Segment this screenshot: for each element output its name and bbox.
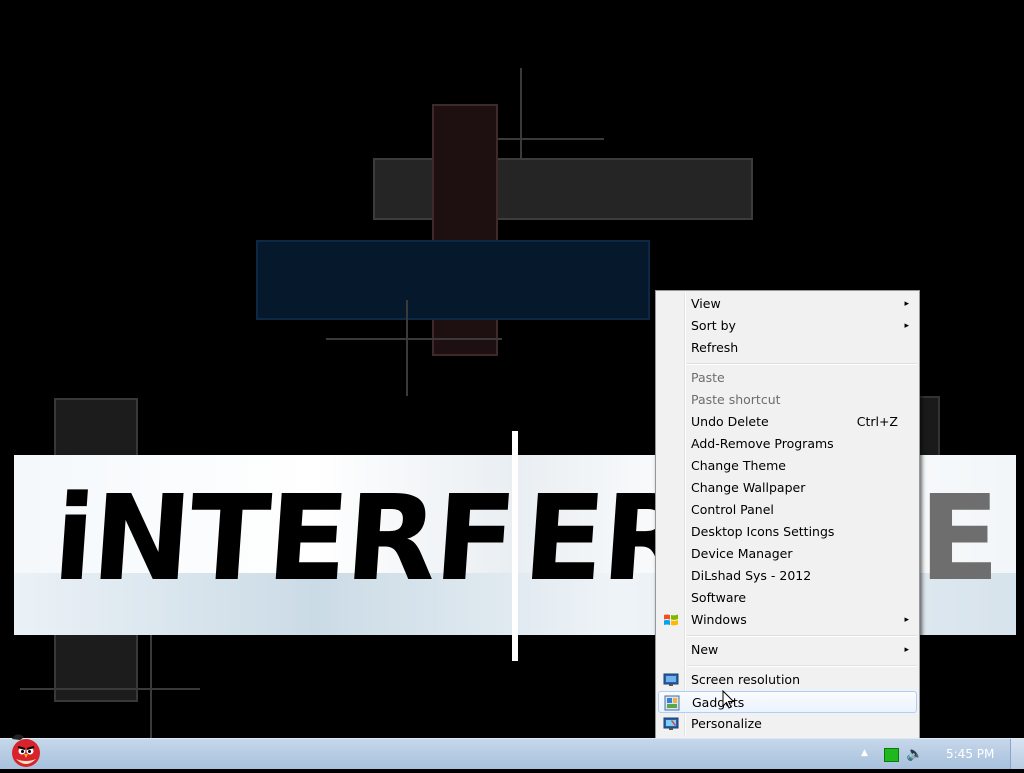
- menu-separator: [687, 635, 917, 637]
- menu-item-software[interactable]: Software: [658, 587, 917, 609]
- wallpaper-bar-gray: [373, 158, 753, 220]
- wallpaper-line: [326, 338, 502, 340]
- menu-item-device-manager[interactable]: Device Manager: [658, 543, 917, 565]
- menu-item-add-remove-programs[interactable]: Add-Remove Programs: [658, 433, 917, 455]
- network-icon[interactable]: [884, 748, 899, 762]
- submenu-arrow-icon: ▸: [904, 645, 909, 655]
- menu-item-windows[interactable]: Windows ▸: [658, 609, 917, 631]
- menu-item-sort-by[interactable]: Sort by ▸: [658, 315, 917, 337]
- menu-item-screen-resolution[interactable]: Screen resolution: [658, 669, 917, 691]
- wallpaper-bar-right: [918, 396, 940, 458]
- menu-item-change-theme[interactable]: Change Theme: [658, 455, 917, 477]
- show-desktop-button[interactable]: [1010, 739, 1024, 769]
- taskbar: ▲ 🔈 5:45 PM: [0, 734, 1024, 769]
- menu-item-view[interactable]: View ▸: [658, 293, 917, 315]
- personalize-icon: [663, 717, 679, 730]
- menu-item-paste[interactable]: Paste: [658, 367, 917, 389]
- windows-logo-icon: [664, 614, 678, 626]
- angry-bird-icon: [12, 734, 40, 767]
- menu-item-paste-shortcut[interactable]: Paste shortcut: [658, 389, 917, 411]
- submenu-arrow-icon: ▸: [904, 321, 909, 331]
- taskbar-clock[interactable]: 5:45 PM: [946, 739, 994, 769]
- menu-item-gadgets[interactable]: Gadgets: [658, 691, 917, 713]
- menu-item-undo-delete[interactable]: Undo Delete Ctrl+Z: [658, 411, 917, 433]
- menu-item-change-wallpaper[interactable]: Change Wallpaper: [658, 477, 917, 499]
- menu-separator: [687, 363, 917, 365]
- volume-icon[interactable]: 🔈: [906, 746, 923, 762]
- wallpaper-line: [520, 68, 522, 158]
- menu-item-control-panel[interactable]: Control Panel: [658, 499, 917, 521]
- wallpaper-line: [498, 138, 604, 140]
- wallpaper-line: [150, 630, 152, 738]
- wallpaper-title-left: iNTERF: [49, 469, 519, 607]
- menu-item-refresh[interactable]: Refresh: [658, 337, 917, 359]
- submenu-arrow-icon: ▸: [904, 615, 909, 625]
- desktop-context-menu: View ▸ Sort by ▸ Refresh Paste Paste sho…: [655, 290, 920, 739]
- menu-item-new[interactable]: New ▸: [658, 639, 917, 661]
- shortcut-label: Ctrl+Z: [856, 414, 898, 429]
- wallpaper-bar-blue: [256, 240, 650, 320]
- wallpaper-title-end: E: [919, 469, 1000, 607]
- show-hidden-icons-arrow[interactable]: ▲: [861, 748, 868, 758]
- menu-item-dilshad-sys[interactable]: DiLshad Sys - 2012: [658, 565, 917, 587]
- menu-item-desktop-icons-settings[interactable]: Desktop Icons Settings: [658, 521, 917, 543]
- wallpaper-line: [406, 300, 408, 396]
- wallpaper-line: [20, 688, 200, 690]
- gadgets-icon: [664, 695, 680, 711]
- menu-separator: [687, 665, 917, 667]
- submenu-arrow-icon: ▸: [904, 299, 909, 309]
- start-button[interactable]: [2, 733, 50, 769]
- monitor-icon: [663, 673, 679, 686]
- menu-item-personalize[interactable]: Personalize: [658, 713, 917, 735]
- mouse-cursor-icon: [722, 690, 735, 709]
